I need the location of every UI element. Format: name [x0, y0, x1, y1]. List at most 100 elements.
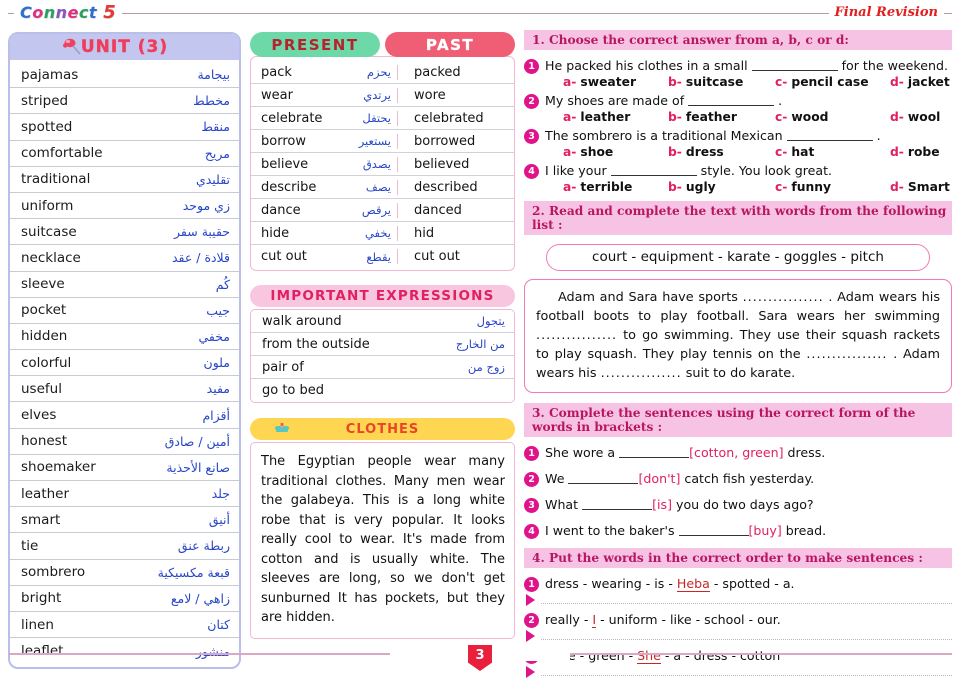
answer-line[interactable]	[541, 638, 952, 640]
vocabulary-row: hidden مخفي	[10, 324, 239, 351]
vocabulary-word-en: colorful	[21, 354, 72, 371]
verb-present: dance	[261, 202, 301, 218]
choice-text: feather	[685, 110, 737, 124]
question-text: I like your style. You look great.	[545, 163, 833, 178]
vocabulary-word-en: traditional	[21, 171, 91, 188]
clothes-icon	[274, 422, 290, 440]
verb-present: pack	[261, 64, 292, 80]
expression-row: walk around يتجول	[251, 310, 514, 333]
item-number: 1	[524, 577, 539, 592]
choice-letter: c-	[775, 75, 788, 89]
choice-option[interactable]: a-shoe	[563, 145, 668, 159]
order-item: 1 dress - wearing - is - Heba - spotted -…	[524, 575, 952, 592]
mcq-question: 2 My shoes are made of .	[524, 92, 952, 109]
answer-blank	[678, 535, 749, 536]
verb-row: believe يصدق believed	[251, 153, 514, 176]
vocabulary-column: UNIT (3) pajamas بيجامة striped مخطط spotted…	[8, 32, 241, 670]
expressions-header: IMPORTANT EXPRESSIONS	[250, 285, 515, 307]
vocabulary-row: honest أمين / صادق	[10, 429, 239, 455]
item-number: 2	[524, 613, 539, 628]
verb-row: dance يرقص danced	[251, 199, 514, 222]
verb-row: pack يحزم packed	[251, 61, 514, 84]
verb-past: wore	[397, 87, 514, 103]
vocabulary-word-ar: مخفي	[198, 328, 230, 344]
verb-past: described	[397, 179, 514, 195]
vocabulary-word-en: pajamas	[21, 66, 79, 83]
verb-arabic: يخفي	[364, 226, 391, 240]
answer-row[interactable]	[526, 594, 952, 606]
expression-row: from the outside من الخارج	[251, 333, 514, 356]
item-number: 3	[524, 498, 539, 513]
choice-option[interactable]: b-dress	[668, 145, 775, 159]
verb-past: believed	[397, 156, 514, 172]
choice-option[interactable]: d- Smart	[890, 180, 950, 194]
verb-past: packed	[397, 64, 514, 80]
answer-line[interactable]	[541, 602, 952, 604]
vocabulary-word-en: honest	[21, 433, 68, 450]
verb-arabic: يرقص	[361, 203, 391, 217]
choice-option[interactable]: b-ugly	[668, 180, 775, 194]
verb-present: wear	[261, 87, 293, 103]
choice-option[interactable]: c-pencil case	[775, 75, 890, 89]
fill-text: We [don't] catch fish yesterday.	[545, 471, 815, 486]
choice-option[interactable]: a-terrible	[563, 180, 668, 194]
choice-option[interactable]: b-suitcase	[668, 75, 775, 89]
choice-option[interactable]: b-feather	[668, 110, 775, 124]
bracket-hint: [is]	[652, 497, 672, 512]
choice-option[interactable]: d-robe	[890, 145, 940, 159]
choice-text: ugly	[685, 180, 716, 194]
vocabulary-word-ar: أمين / صادق	[164, 433, 230, 449]
choice-text: Smart	[907, 180, 950, 194]
choice-option[interactable]: c-wood	[775, 110, 890, 124]
vocabulary-row: bright زاهي / لامع	[10, 586, 239, 612]
choice-option[interactable]: a-sweater	[563, 75, 668, 89]
vocabulary-row: elves أقزام	[10, 402, 239, 429]
fill-item: 2 We [don't] catch fish yesterday.	[524, 470, 952, 487]
verb-arabic: يحتفل	[362, 111, 391, 125]
fill-item: 3 What [is] you do two days ago?	[524, 496, 952, 513]
choice-option[interactable]: c-funny	[775, 180, 890, 194]
verb-past: celebrated	[397, 110, 514, 126]
mcq-question: 4 I like your style. You look great.	[524, 162, 952, 179]
choice-option[interactable]: d-wool	[890, 110, 940, 124]
choice-option[interactable]: d-jacket	[890, 75, 950, 89]
verb-arabic: يصدق	[362, 157, 391, 171]
vocabulary-row: spotted منقط	[10, 114, 239, 141]
item-number: 4	[524, 524, 539, 539]
fill-item: 1 She wore a [cotton, green] dress.	[524, 444, 952, 461]
verb-row: celebrate يحتفل celebrated	[251, 107, 514, 130]
vocabulary-word-ar: تقليدي	[195, 171, 230, 187]
choice-text: robe	[907, 145, 940, 159]
present-header: PRESENT	[250, 32, 380, 57]
choice-letter: d-	[890, 75, 904, 89]
verb-arabic: يحزم	[366, 65, 391, 79]
verb-row: cut out يقطع cut out	[251, 245, 514, 268]
choice-text: sweater	[580, 75, 637, 89]
expression-en: pair of	[262, 359, 304, 375]
choice-text: dress	[685, 145, 724, 159]
clothes-header: CLOTHES	[250, 418, 515, 440]
page-header: Connect 5 Final Revision	[0, 0, 960, 26]
choice-letter: b-	[668, 180, 682, 194]
choice-text: terrible	[580, 180, 633, 194]
question-text: My shoes are made of .	[545, 93, 783, 108]
choice-text: hat	[791, 145, 815, 159]
vocabulary-row: linen كتان	[10, 612, 239, 639]
choice-option[interactable]: c-hat	[775, 145, 890, 159]
past-header: PAST	[385, 32, 515, 57]
vocabulary-word-en: pocket	[21, 302, 67, 319]
choice-option[interactable]: a-leather	[563, 110, 668, 124]
choice-text: suitcase	[685, 75, 744, 89]
vocabulary-word-en: spotted	[21, 118, 73, 135]
vocabulary-row: striped مخطط	[10, 88, 239, 115]
content-columns: UNIT (3) pajamas بيجامة striped مخطط spotted…	[0, 30, 960, 678]
vocabulary-word-ar: حقيبة سفر	[174, 224, 230, 240]
verb-row: describe يصف described	[251, 176, 514, 199]
item-number: 1	[524, 446, 539, 461]
choice-letter: c-	[775, 145, 788, 159]
vocabulary-row: useful مفيد	[10, 376, 239, 403]
choice-row: a-leather b-feather c-wood d-wool	[524, 110, 952, 124]
expression-ar: زوج من	[467, 360, 505, 374]
answer-blank	[582, 509, 653, 510]
vocabulary-word-en: linen	[21, 616, 54, 633]
